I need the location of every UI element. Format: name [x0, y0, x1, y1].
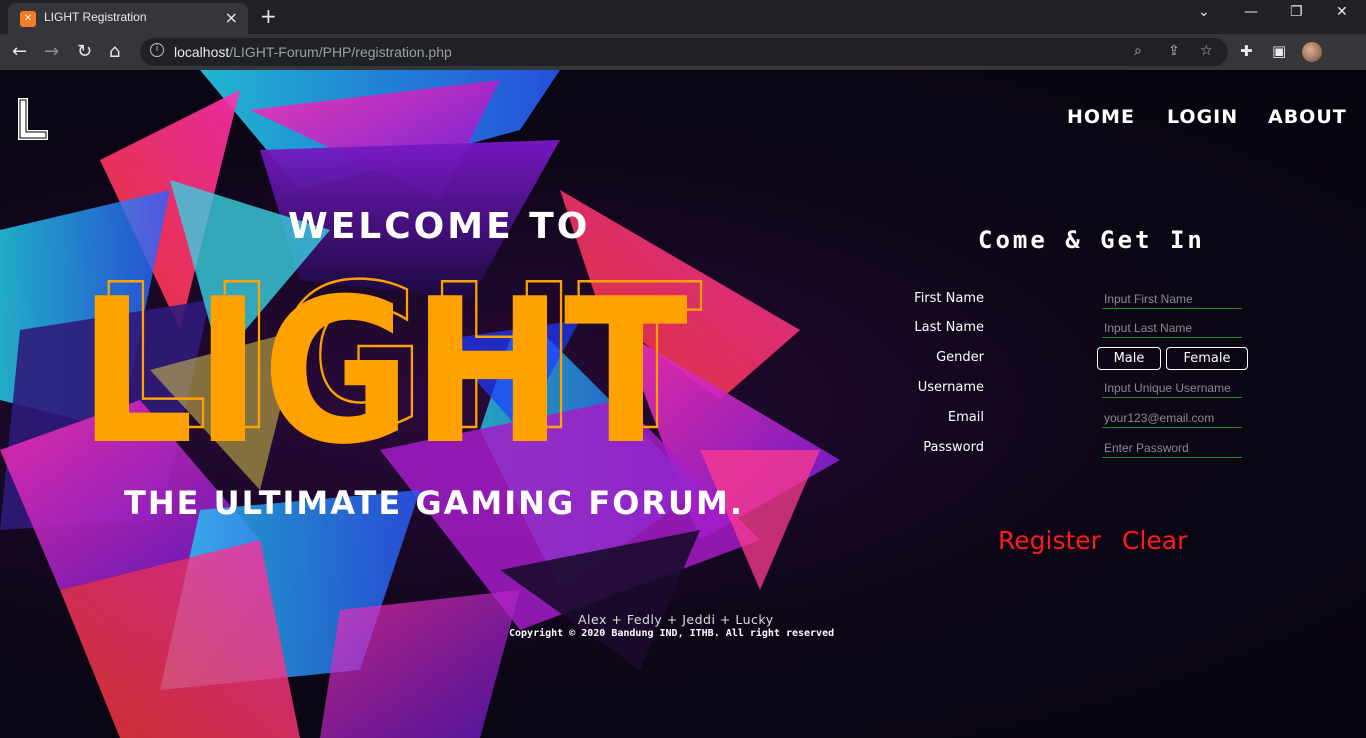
tab-search-icon[interactable]: ⌄	[1198, 4, 1210, 20]
xampp-favicon-icon: ✕	[20, 11, 36, 27]
clear-button[interactable]: Clear	[1122, 526, 1187, 555]
password-input[interactable]	[1102, 438, 1242, 458]
last-name-label: Last Name	[914, 320, 984, 335]
email-label: Email	[947, 410, 984, 425]
gender-label: Gender	[936, 350, 984, 365]
browser-tab-bar: ✕ LIGHT Registration × + ⌄ — ❐ ✕	[0, 0, 1366, 34]
url-path: /LIGHT-Forum/PHP/registration.php	[229, 44, 452, 60]
profile-avatar[interactable]	[1302, 42, 1322, 62]
address-bar[interactable]: i localhost/LIGHT-Forum/PHP/registration…	[140, 38, 1228, 66]
browser-tab[interactable]: ✕ LIGHT Registration ×	[8, 3, 248, 34]
gender-male-button[interactable]: Male	[1097, 347, 1161, 370]
minimize-icon[interactable]: —	[1244, 4, 1258, 20]
password-label: Password	[923, 440, 984, 455]
extensions-icon[interactable]: ✚	[1240, 42, 1253, 60]
reload-icon[interactable]: ↻	[77, 41, 92, 62]
nav-about[interactable]: ABOUT	[1268, 106, 1347, 128]
url-host: localhost	[174, 44, 230, 60]
nav-login[interactable]: LOGIN	[1167, 106, 1238, 128]
info-icon[interactable]: i	[150, 43, 164, 57]
brand-wordmark: LIGHT LIGHT	[78, 275, 703, 455]
brand-wordmark-outline: LIGHT	[92, 275, 702, 455]
form-title: Come & Get In	[978, 226, 1205, 254]
copyright-text: Copyright © 2020 Bandung IND, ITHB. All …	[509, 628, 835, 639]
home-icon[interactable]: ⌂	[109, 41, 120, 62]
star-icon[interactable]: ☆	[1200, 43, 1213, 59]
first-name-label: First Name	[914, 291, 984, 306]
share-icon[interactable]: ⇪	[1168, 43, 1180, 59]
credits-text: Alex + Fedly + Jeddi + Lucky	[578, 612, 774, 627]
forward-arrow-icon[interactable]: →	[44, 41, 59, 62]
email-input[interactable]	[1102, 408, 1242, 428]
sidebar-icon[interactable]: ▣	[1272, 42, 1286, 60]
back-arrow-icon[interactable]: ←	[12, 41, 27, 62]
first-name-input[interactable]	[1102, 289, 1242, 309]
tab-close-icon[interactable]: ×	[225, 8, 238, 27]
gender-female-button[interactable]: Female	[1166, 347, 1248, 370]
register-button[interactable]: Register	[998, 526, 1101, 555]
zoom-icon[interactable]: ⌕	[1134, 43, 1142, 59]
nav-home[interactable]: HOME	[1067, 106, 1135, 128]
username-label: Username	[917, 380, 984, 395]
username-input[interactable]	[1102, 378, 1242, 398]
welcome-heading: WELCOME TO	[288, 206, 591, 247]
url-text: localhost/LIGHT-Forum/PHP/registration.p…	[174, 44, 452, 60]
light-logo-icon[interactable]	[16, 96, 50, 142]
close-window-icon[interactable]: ✕	[1336, 4, 1348, 20]
last-name-input[interactable]	[1102, 318, 1242, 338]
page-viewport: HOME LOGIN ABOUT WELCOME TO LIGHT LIGHT …	[0, 70, 1366, 738]
new-tab-icon[interactable]: +	[260, 4, 277, 28]
restore-icon[interactable]: ❐	[1290, 4, 1303, 20]
tab-title: LIGHT Registration	[44, 10, 147, 24]
browser-toolbar: ← → ↻ ⌂ i localhost/LIGHT-Forum/PHP/regi…	[0, 34, 1366, 70]
tagline: THE ULTIMATE GAMING FORUM.	[124, 484, 745, 522]
